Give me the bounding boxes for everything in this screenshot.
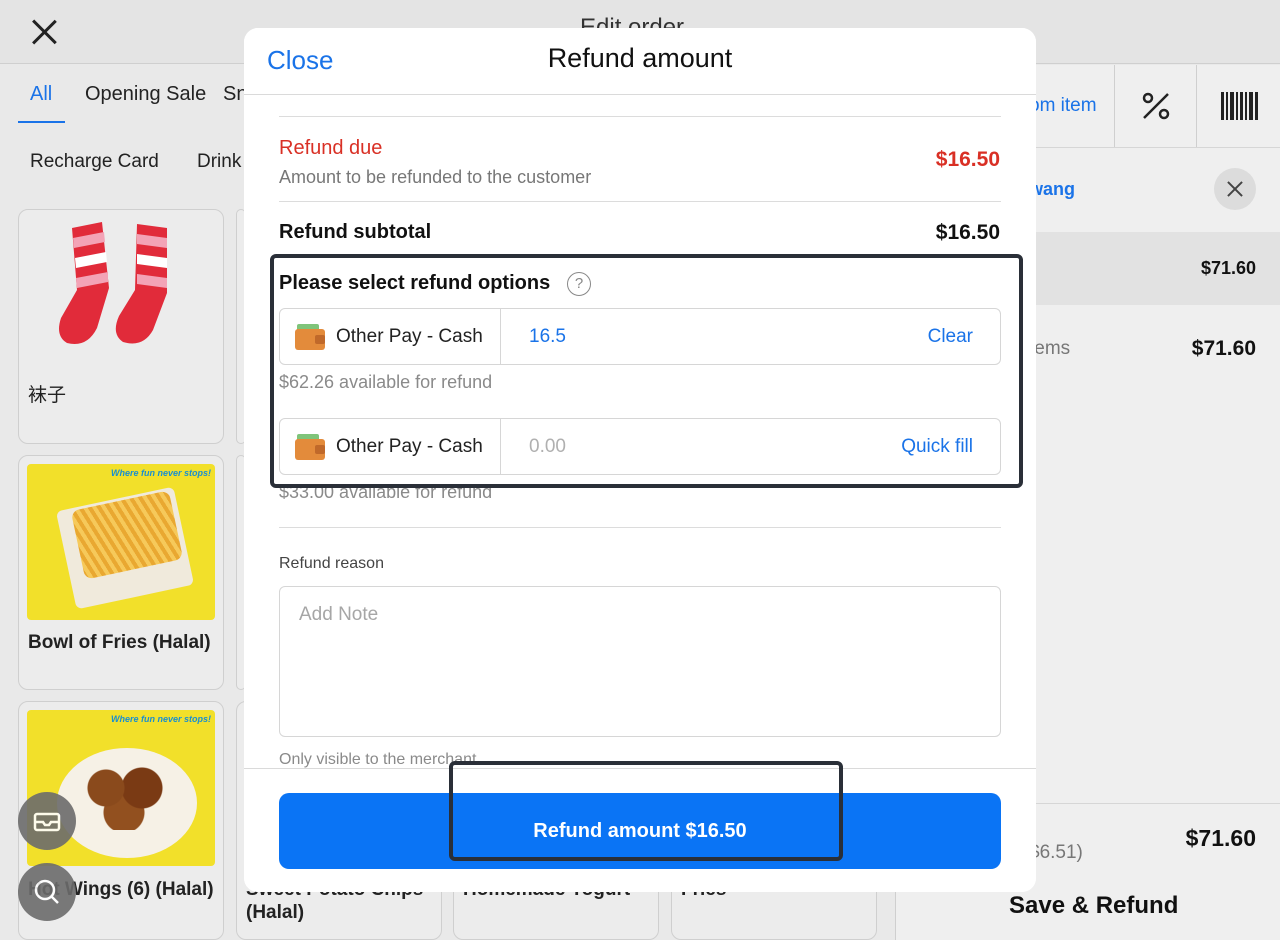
divider [500, 309, 501, 364]
refund-reason-textarea[interactable]: Add Note [279, 586, 1001, 737]
divider [279, 527, 1001, 528]
refund-due-description: Amount to be refunded to the customer [279, 167, 592, 187]
refund-modal: Refunded -$0.00 Close Refund amount Refu… [244, 28, 1036, 892]
quick-fill-button[interactable]: Quick fill [901, 436, 973, 458]
refund-subtotal-label: Refund subtotal [279, 221, 432, 243]
divider [279, 201, 1001, 202]
refund-due-label: Refund due [279, 137, 383, 159]
refund-amount-input[interactable]: 16.5 [529, 326, 566, 348]
refund-amount-button[interactable]: Refund amount $16.50 [279, 793, 1001, 869]
refund-options-title: Please select refund options [279, 272, 551, 294]
payment-method-name: Other Pay - Cash [336, 326, 483, 347]
wallet-icon [295, 324, 325, 350]
refund-payment-row: Other Pay - Cash 0.00 Quick fill [279, 418, 1001, 475]
refund-reason-label: Refund reason [279, 555, 384, 572]
refund-due-amount: $16.50 [935, 148, 1000, 171]
refund-reason-placeholder: Add Note [299, 604, 379, 625]
refund-subtotal-amount: $16.50 [935, 221, 1000, 244]
payment-method-name: Other Pay - Cash [336, 436, 483, 457]
clear-button[interactable]: Clear [928, 326, 973, 348]
divider [279, 116, 1001, 117]
footer-divider [244, 768, 1036, 769]
refund-amount-input[interactable]: 0.00 [529, 436, 566, 458]
wallet-icon [295, 434, 325, 460]
header-divider [244, 94, 1036, 95]
help-icon[interactable]: ? [567, 272, 591, 296]
divider [500, 419, 501, 474]
merchant-only-note: Only visible to the merchant [279, 751, 477, 768]
available-for-refund: $62.26 available for refund [279, 372, 493, 392]
modal-title: Refund amount [547, 43, 733, 73]
modal-header: Close Refund amount [244, 28, 1036, 94]
available-for-refund: $33.00 available for refund [279, 482, 493, 502]
refund-payment-row: Other Pay - Cash 16.5 Clear [279, 308, 1001, 365]
